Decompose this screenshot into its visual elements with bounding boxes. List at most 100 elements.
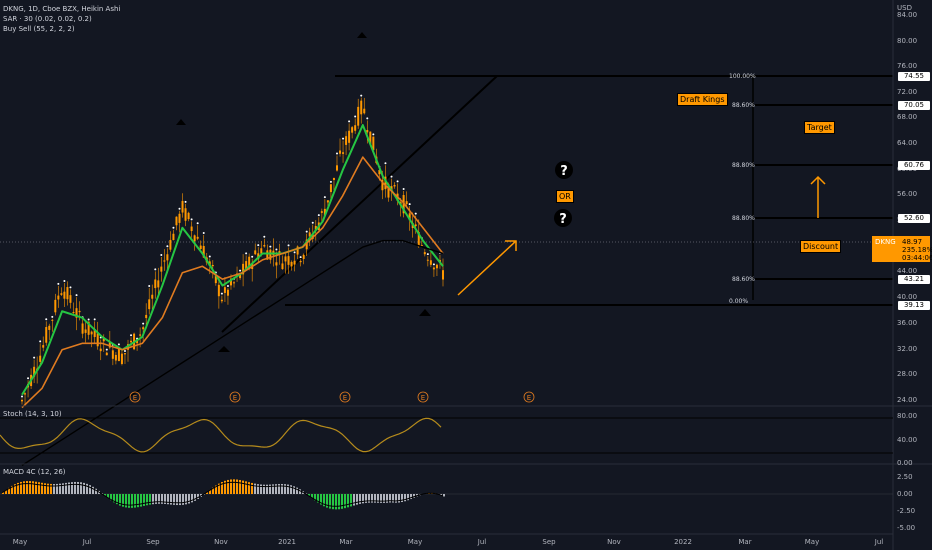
macd-histogram-bar bbox=[155, 494, 157, 504]
candle-body bbox=[117, 348, 120, 362]
sar-dot bbox=[263, 235, 266, 238]
sar-dot bbox=[317, 214, 320, 217]
stoch-legend[interactable]: Stoch (14, 3, 10) bbox=[3, 409, 62, 419]
macd-legend[interactable]: MACD 4C (12, 26) bbox=[3, 467, 66, 477]
macd-histogram-bar bbox=[29, 481, 31, 494]
time-axis-label: Nov bbox=[214, 538, 228, 546]
time-axis-label: Sep bbox=[146, 538, 160, 546]
level-tag: 43.21 bbox=[898, 275, 930, 284]
time-axis-label: Mar bbox=[738, 538, 752, 546]
candle-body bbox=[435, 264, 438, 269]
time-axis-label: May bbox=[407, 538, 423, 546]
candle-body bbox=[217, 284, 220, 297]
sar-dot bbox=[105, 348, 108, 351]
sar-dot bbox=[166, 245, 169, 248]
candle-body bbox=[254, 250, 257, 255]
current-price-ticker: DKNG bbox=[875, 238, 896, 246]
candle-body bbox=[345, 136, 348, 145]
candle-body bbox=[69, 295, 72, 303]
sar-dot bbox=[257, 244, 260, 247]
chart-area[interactable]: ? ? E E E E E DKNG, 1D, Cboe BZX, Heikin Ash… bbox=[0, 0, 932, 550]
time-axis-label: Nov bbox=[607, 538, 621, 546]
sar-dot bbox=[348, 120, 351, 123]
macd-histogram-bar bbox=[137, 494, 139, 508]
candle-body bbox=[302, 254, 305, 259]
candle-body bbox=[84, 329, 87, 333]
sar-dot bbox=[172, 226, 175, 229]
sar-dot bbox=[396, 180, 399, 183]
macd-histogram-bar bbox=[35, 481, 37, 494]
buysell-legend[interactable]: Buy Sell (55, 2, 2, 2) bbox=[3, 24, 75, 34]
candle-body bbox=[193, 235, 196, 242]
candle-body bbox=[423, 252, 426, 255]
candle-body bbox=[405, 201, 408, 205]
svg-text:E: E bbox=[133, 394, 137, 402]
candle-body bbox=[145, 314, 148, 319]
candle-body bbox=[290, 261, 293, 267]
price-axis-label: 24.00 bbox=[897, 396, 918, 404]
fib-label: 88.80% bbox=[732, 162, 755, 169]
macd-histogram-bar bbox=[80, 482, 82, 494]
discount-label[interactable]: Discount bbox=[800, 240, 842, 253]
price-axis-label: 56.00 bbox=[897, 190, 918, 198]
candle-body bbox=[393, 185, 396, 187]
candle-body bbox=[226, 289, 229, 296]
macd-histogram-bar bbox=[26, 481, 28, 494]
macd-histogram-bar bbox=[128, 494, 130, 508]
draft-kings-label[interactable]: Draft Kings bbox=[677, 93, 728, 106]
candle-body bbox=[51, 319, 54, 321]
current-price-change: 235.18% bbox=[902, 246, 932, 254]
candle-body bbox=[220, 299, 223, 302]
target-label[interactable]: Target bbox=[804, 121, 835, 134]
candle-body bbox=[196, 236, 199, 239]
macd-histogram-bar bbox=[182, 494, 184, 505]
candle-body bbox=[151, 294, 154, 299]
sar-dot bbox=[366, 117, 369, 120]
sar-dot bbox=[305, 230, 308, 233]
macd-histogram-bar bbox=[74, 481, 76, 494]
sar-dot bbox=[75, 294, 78, 297]
sar-legend[interactable]: SAR · 30 (0.02, 0.02, 0.2) bbox=[3, 14, 92, 24]
candle-body bbox=[78, 310, 81, 313]
macd-histogram-bar bbox=[83, 482, 85, 494]
time-axis-label: May bbox=[804, 538, 820, 546]
candle-body bbox=[99, 348, 102, 352]
candle-body bbox=[432, 267, 435, 270]
macd-histogram-bar bbox=[71, 482, 73, 494]
question-mark-icon: ? bbox=[555, 161, 573, 179]
candle-body bbox=[339, 150, 342, 154]
candle-body bbox=[111, 350, 114, 359]
macd-histogram-bar bbox=[350, 494, 352, 507]
or-label[interactable]: OR bbox=[556, 190, 574, 203]
candle-body bbox=[90, 331, 93, 335]
time-axis-label: 2021 bbox=[278, 538, 296, 546]
macd-histogram-bar bbox=[32, 481, 34, 494]
macd-histogram-bar bbox=[347, 494, 349, 508]
macd-histogram-bar bbox=[239, 479, 241, 494]
sar-dot bbox=[154, 268, 157, 271]
symbol-legend[interactable]: DKNG, 1D, Cboe BZX, Heikin Ashi bbox=[3, 4, 120, 14]
fib-label: 88.60% bbox=[732, 276, 755, 283]
price-chart-svg[interactable]: ? ? E E E E E bbox=[0, 0, 932, 550]
candle-body bbox=[81, 323, 84, 334]
macd-histogram-bar bbox=[242, 480, 244, 494]
candle-body bbox=[96, 333, 99, 347]
candle-body bbox=[178, 213, 181, 223]
sar-dot bbox=[33, 356, 36, 359]
candle-body bbox=[190, 226, 193, 232]
candle-body bbox=[142, 327, 145, 330]
candle-body bbox=[332, 177, 335, 180]
candle-body bbox=[293, 260, 296, 265]
candle-body bbox=[48, 325, 51, 330]
sar-dot bbox=[87, 318, 90, 321]
macd-histogram-bar bbox=[86, 483, 88, 494]
candle-body bbox=[154, 279, 157, 289]
time-axis-label: May bbox=[12, 538, 28, 546]
sar-dot bbox=[220, 292, 223, 295]
sar-dot bbox=[384, 162, 387, 165]
sar-dot bbox=[299, 256, 302, 259]
candle-body bbox=[360, 100, 363, 115]
sar-dot bbox=[354, 115, 357, 118]
fib-label: 88.60% bbox=[732, 102, 755, 109]
price-axis-label: 80.00 bbox=[897, 37, 918, 45]
